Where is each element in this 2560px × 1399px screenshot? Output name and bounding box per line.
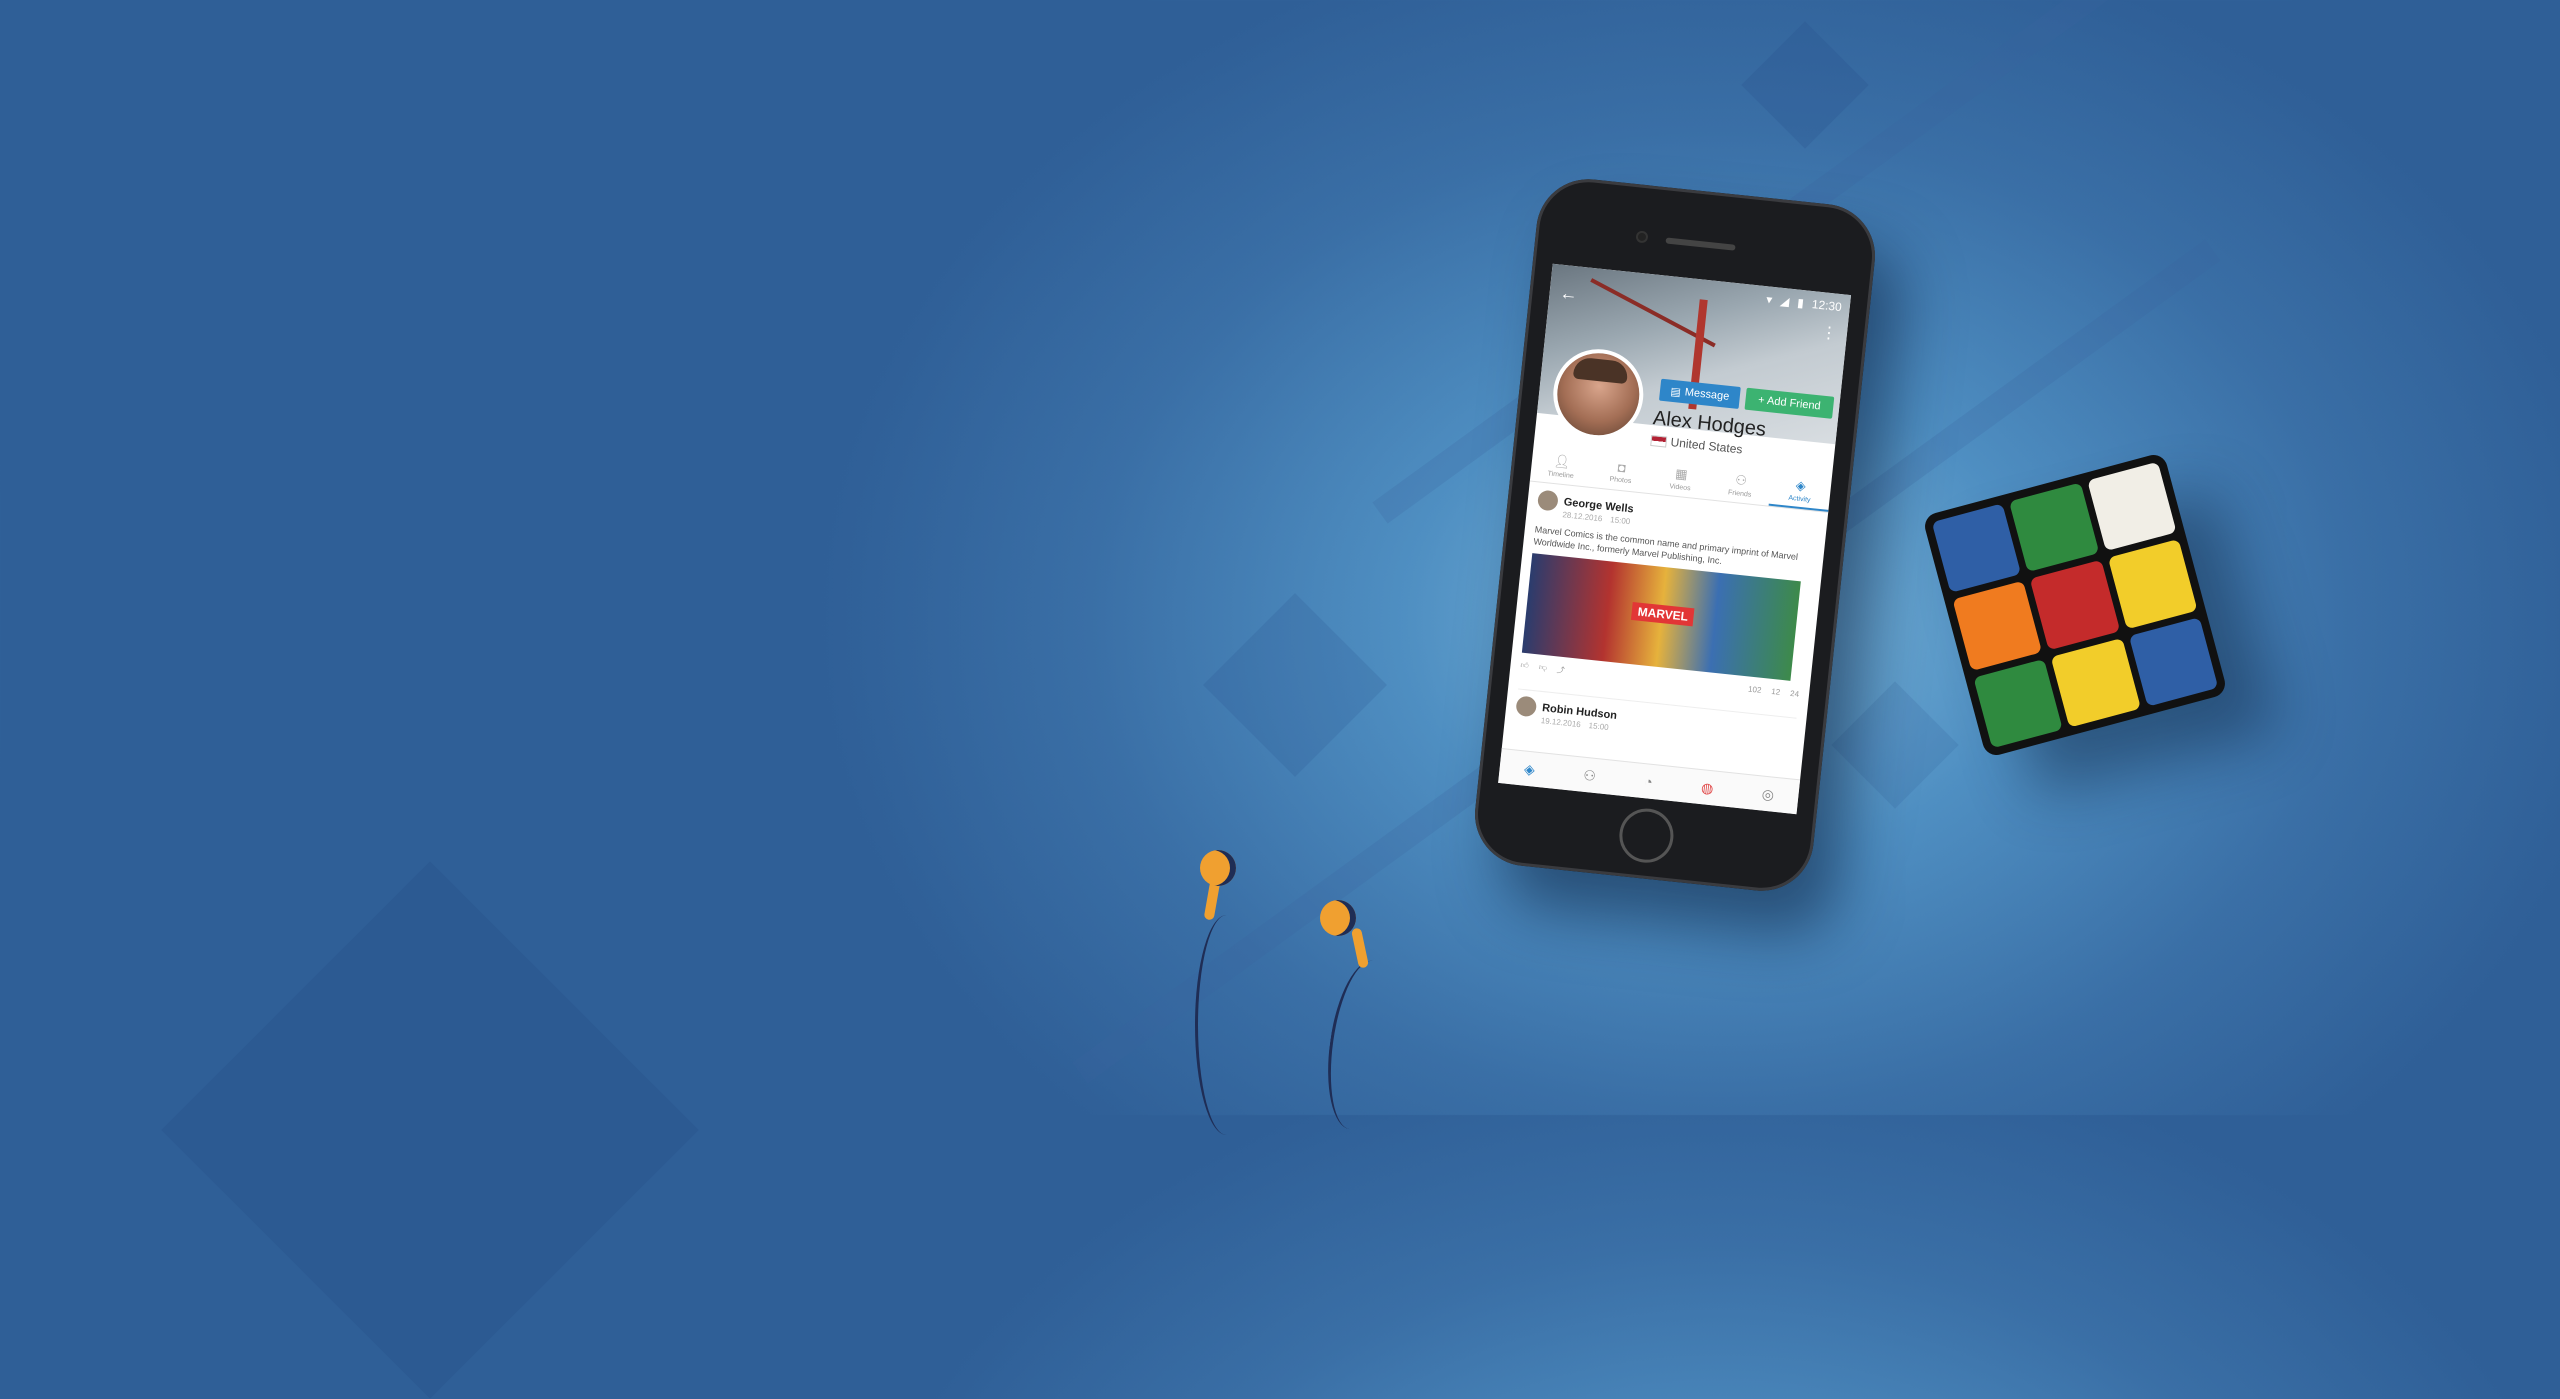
- earphone-wire: [1195, 915, 1258, 1135]
- tab-label: Friends: [1727, 488, 1752, 499]
- tab-label: Photos: [1609, 475, 1632, 486]
- message-label: Message: [1684, 386, 1730, 403]
- cube-cell: [2107, 539, 2198, 630]
- cube-cell: [1973, 658, 2064, 749]
- feed-post: Robin Hudson 19.12.2016 15:00: [1514, 688, 1797, 752]
- cube-cell: [2030, 560, 2120, 650]
- cube-cell: [1931, 503, 2022, 594]
- cube-cell: [2128, 616, 2219, 707]
- post-time: 15:00: [1609, 515, 1631, 527]
- more-icon[interactable]: ◎: [1761, 785, 1775, 803]
- earbud-stem: [1350, 927, 1370, 969]
- tab-friends[interactable]: ⚇ Friends: [1709, 464, 1772, 506]
- earbud: [1200, 850, 1236, 886]
- share-count: 24: [1789, 689, 1800, 700]
- background-diamond: [1741, 21, 1869, 149]
- tab-photos[interactable]: ◘ Photos: [1590, 451, 1653, 493]
- share-icon[interactable]: ⤴: [1556, 665, 1565, 677]
- tab-label: Timeline: [1547, 469, 1575, 480]
- background-diamond: [1203, 593, 1387, 777]
- back-arrow-icon[interactable]: ←: [1559, 283, 1579, 306]
- home-button: [1616, 805, 1677, 866]
- avatar[interactable]: [1536, 489, 1559, 512]
- dislike-icon[interactable]: 👎︎: [1538, 663, 1547, 675]
- cube-icon: ◈: [1795, 476, 1807, 493]
- background-diamond: [1831, 681, 1959, 809]
- marvel-logo: MARVEL: [1630, 602, 1695, 627]
- background-diamond: [161, 861, 699, 1399]
- earphone-wire: [1318, 956, 1405, 1134]
- more-menu-icon[interactable]: ⋮: [1820, 322, 1838, 344]
- tab-label: Videos: [1669, 482, 1691, 492]
- post-image[interactable]: MARVEL: [1521, 553, 1801, 682]
- notification-icon[interactable]: ◍: [1700, 779, 1714, 797]
- feed-post: George Wells 28.12.2016 15:00 Marvel Com…: [1520, 489, 1818, 702]
- cube-cell: [2086, 461, 2177, 552]
- bottom-navigation: ◈ ⚇ ◔ ◍ ◎: [1498, 748, 1801, 815]
- home-icon[interactable]: ◈: [1523, 760, 1535, 778]
- tab-label: Activity: [1788, 494, 1811, 504]
- cube-cell: [1952, 580, 2043, 671]
- tab-timeline[interactable]: 👤︎ Timeline: [1530, 445, 1593, 487]
- tab-activity[interactable]: ◈ Activity: [1768, 469, 1833, 512]
- front-camera: [1635, 230, 1649, 244]
- avatar[interactable]: [1515, 695, 1538, 718]
- earbud: [1320, 900, 1356, 936]
- video-icon: ▦: [1674, 465, 1689, 482]
- tab-videos[interactable]: ▦ Videos: [1649, 457, 1712, 499]
- like-icon[interactable]: 👍︎: [1520, 661, 1529, 673]
- us-flag-icon: [1650, 434, 1668, 448]
- avatar-hair: [1572, 356, 1629, 385]
- cube-cell: [2009, 482, 2100, 573]
- dislike-count: 12: [1770, 687, 1781, 698]
- chat-icon[interactable]: ◔: [1643, 773, 1653, 790]
- smartphone: ← ▾ ◢ ▮ 12:30 ⋮ ▤ Message + Add Friend A…: [1469, 174, 1881, 896]
- user-icon: 👤︎: [1553, 452, 1572, 470]
- friends-icon: ⚇: [1734, 471, 1748, 488]
- post-time: 15:00: [1588, 721, 1610, 733]
- message-icon: ▤: [1669, 385, 1682, 399]
- like-count: 102: [1747, 684, 1762, 696]
- rubiks-cube: [1921, 451, 2229, 759]
- cube-cell: [2050, 637, 2141, 728]
- phone-screen: ← ▾ ◢ ▮ 12:30 ⋮ ▤ Message + Add Friend A…: [1498, 263, 1852, 815]
- friends-icon[interactable]: ⚇: [1582, 766, 1597, 784]
- add-friend-label: + Add Friend: [1757, 393, 1822, 413]
- speaker-grille: [1665, 237, 1736, 251]
- status-time: 12:30: [1811, 297, 1843, 315]
- camera-icon: ◘: [1617, 459, 1627, 476]
- wifi-icon: ▾: [1765, 292, 1773, 307]
- signal-icon: ◢: [1779, 293, 1791, 309]
- battery-icon: ▮: [1796, 295, 1805, 311]
